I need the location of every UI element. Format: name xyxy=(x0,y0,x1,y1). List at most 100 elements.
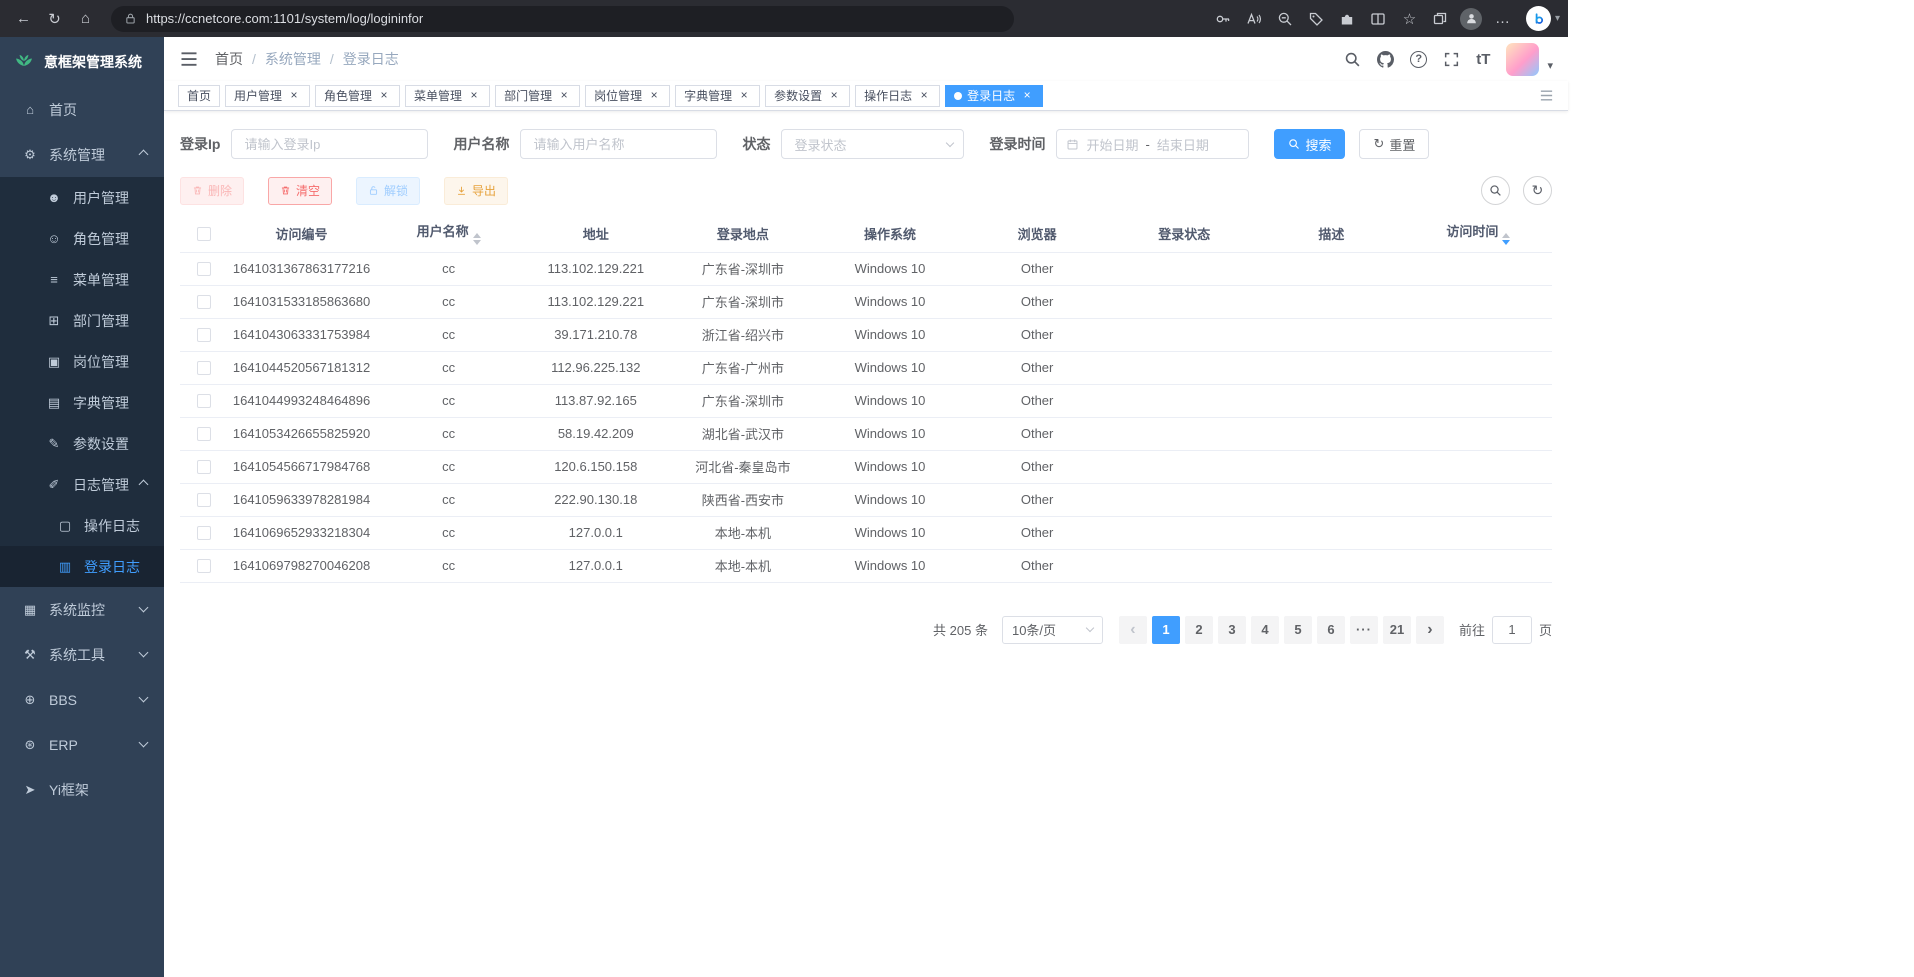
page-button-21[interactable]: 21 xyxy=(1383,616,1411,644)
close-icon[interactable]: × xyxy=(467,89,481,103)
row-checkbox[interactable] xyxy=(197,262,211,276)
row-checkbox[interactable] xyxy=(197,526,211,540)
tags-menu-icon[interactable] xyxy=(1539,88,1554,103)
fullscreen-icon[interactable] xyxy=(1443,51,1460,68)
search-button[interactable]: 搜索 xyxy=(1274,129,1345,159)
close-icon[interactable]: × xyxy=(827,89,841,103)
close-icon[interactable]: × xyxy=(377,89,391,103)
sidebar-item-user-management[interactable]: ☻ 用户管理 xyxy=(0,177,164,218)
tab-login-log[interactable]: 登录日志× xyxy=(945,85,1043,107)
sidebar-item-department-management[interactable]: ⊞ 部门管理 xyxy=(0,300,164,341)
close-icon[interactable]: × xyxy=(647,89,661,103)
profile-icon[interactable] xyxy=(1456,4,1487,33)
tab-department-management[interactable]: 部门管理× xyxy=(495,85,580,107)
sidebar-item-system-management[interactable]: ⚙ 系统管理 xyxy=(0,132,164,177)
close-icon[interactable]: × xyxy=(557,89,571,103)
close-icon[interactable]: × xyxy=(287,89,301,103)
close-icon[interactable]: × xyxy=(917,89,931,103)
sidebar-item-yi-framework[interactable]: ➤ Yi框架 xyxy=(0,767,164,812)
help-icon[interactable]: ? xyxy=(1410,51,1427,68)
split-screen-icon[interactable] xyxy=(1363,4,1394,33)
github-icon[interactable] xyxy=(1377,51,1394,68)
copilot-icon[interactable] xyxy=(1526,6,1551,31)
sidebar-item-menu-management[interactable]: ≡ 菜单管理 xyxy=(0,259,164,300)
sidebar-item-system-monitor[interactable]: ▦ 系统监控 xyxy=(0,587,164,632)
page-button-5[interactable]: 5 xyxy=(1284,616,1312,644)
row-checkbox[interactable] xyxy=(197,460,211,474)
page-size-select[interactable]: 10条/页 xyxy=(1002,616,1103,644)
end-date[interactable]: 结束日期 xyxy=(1157,135,1209,154)
delete-button[interactable]: 删除 xyxy=(180,177,244,205)
favorites-icon[interactable]: ☆ xyxy=(1394,4,1425,33)
close-icon[interactable]: × xyxy=(1020,89,1034,103)
breadcrumb-home[interactable]: 首页 xyxy=(215,49,243,69)
tab-home[interactable]: 首页 xyxy=(178,85,220,107)
row-checkbox[interactable] xyxy=(197,361,211,375)
shopping-icon[interactable] xyxy=(1301,4,1332,33)
sidebar-item-system-tools[interactable]: ⚒ 系统工具 xyxy=(0,632,164,677)
search-icon[interactable] xyxy=(1344,51,1361,68)
reset-button[interactable]: ↻ 重置 xyxy=(1359,129,1429,159)
select-all-checkbox[interactable] xyxy=(197,227,211,241)
tab-parameter-settings[interactable]: 参数设置× xyxy=(765,85,850,107)
extensions-icon[interactable] xyxy=(1332,4,1363,33)
page-button-2[interactable]: 2 xyxy=(1185,616,1213,644)
tab-operation-log[interactable]: 操作日志× xyxy=(855,85,940,107)
tab-menu-management[interactable]: 菜单管理× xyxy=(405,85,490,107)
read-aloud-icon[interactable] xyxy=(1239,4,1270,33)
col-address[interactable]: 地址 xyxy=(522,215,669,252)
start-date[interactable]: 开始日期 xyxy=(1086,135,1138,154)
sidebar-item-position-management[interactable]: ▣ 岗位管理 xyxy=(0,341,164,382)
col-browser[interactable]: 浏览器 xyxy=(964,215,1111,252)
sidebar-item-home[interactable]: ⌂ 首页 xyxy=(0,87,164,132)
clear-button[interactable]: 清空 xyxy=(268,177,332,205)
zoom-icon[interactable] xyxy=(1270,4,1301,33)
collections-icon[interactable] xyxy=(1425,4,1456,33)
sidebar-item-login-log[interactable]: ▥ 登录日志 xyxy=(0,546,164,587)
user-avatar[interactable] xyxy=(1506,43,1539,76)
col-location[interactable]: 登录地点 xyxy=(669,215,816,252)
page-button-1[interactable]: 1 xyxy=(1152,616,1180,644)
date-range-picker[interactable]: 开始日期 - 结束日期 xyxy=(1056,129,1249,159)
sidebar-toggle-icon[interactable] xyxy=(179,49,199,69)
tab-role-management[interactable]: 角色管理× xyxy=(315,85,400,107)
address-bar[interactable]: https://ccnetcore.com:1101/system/log/lo… xyxy=(111,6,1014,32)
tab-user-management[interactable]: 用户管理× xyxy=(225,85,310,107)
row-checkbox[interactable] xyxy=(197,559,211,573)
page-button-6[interactable]: 6 xyxy=(1317,616,1345,644)
col-username[interactable]: 用户名称 xyxy=(375,215,522,252)
back-button[interactable]: ← xyxy=(8,4,39,33)
sidebar-item-parameter-settings[interactable]: ✎ 参数设置 xyxy=(0,423,164,464)
col-os[interactable]: 操作系统 xyxy=(816,215,963,252)
refresh-table-button[interactable]: ↻ xyxy=(1523,176,1552,205)
col-visit-id[interactable]: 访问编号 xyxy=(228,215,375,252)
row-checkbox[interactable] xyxy=(197,328,211,342)
row-checkbox[interactable] xyxy=(197,493,211,507)
username-input[interactable] xyxy=(520,129,717,159)
settings-ellipsis-icon[interactable]: … xyxy=(1487,4,1518,33)
next-page-button[interactable]: › xyxy=(1416,616,1444,644)
sidebar-item-bbs[interactable]: ⊕ BBS xyxy=(0,677,164,722)
page-button-3[interactable]: 3 xyxy=(1218,616,1246,644)
tab-dictionary-management[interactable]: 字典管理× xyxy=(675,85,760,107)
row-checkbox[interactable] xyxy=(197,295,211,309)
font-size-icon[interactable]: tT xyxy=(1476,51,1490,68)
prev-page-button[interactable]: ‹ xyxy=(1119,616,1147,644)
breadcrumb-system[interactable]: 系统管理 xyxy=(265,49,321,69)
row-checkbox[interactable] xyxy=(197,394,211,408)
login-ip-input[interactable] xyxy=(231,129,428,159)
col-description[interactable]: 描述 xyxy=(1258,215,1405,252)
password-key-icon[interactable] xyxy=(1208,4,1239,33)
sidebar-item-log-management[interactable]: ✐ 日志管理 xyxy=(0,464,164,505)
sidebar-item-operation-log[interactable]: ▢ 操作日志 xyxy=(0,505,164,546)
unlock-button[interactable]: 解锁 xyxy=(356,177,420,205)
refresh-page-button[interactable]: ↻ xyxy=(39,4,70,33)
sidebar-item-dictionary-management[interactable]: ▤ 字典管理 xyxy=(0,382,164,423)
goto-page-input[interactable] xyxy=(1492,616,1532,644)
export-button[interactable]: 导出 xyxy=(444,177,508,205)
page-button-4[interactable]: 4 xyxy=(1251,616,1279,644)
row-checkbox[interactable] xyxy=(197,427,211,441)
search-toggle-button[interactable] xyxy=(1481,176,1510,205)
more-pages-button[interactable]: ··· xyxy=(1350,616,1378,644)
browser-home-button[interactable]: ⌂ xyxy=(70,4,101,33)
